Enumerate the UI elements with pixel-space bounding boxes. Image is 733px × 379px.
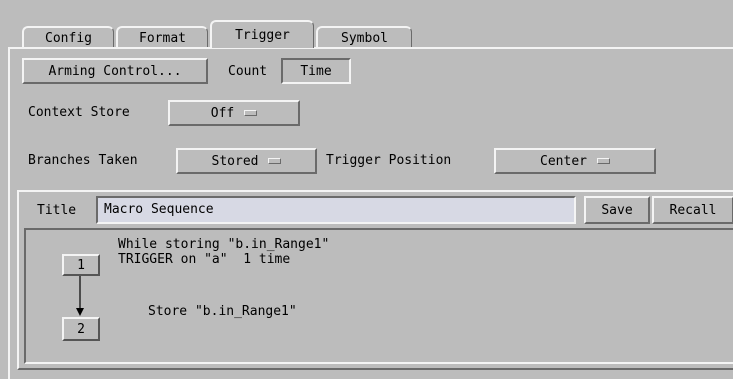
branches-taken-dropdown[interactable]: Stored <box>176 148 317 174</box>
context-store-label: Context Store <box>28 105 130 120</box>
step-1-number: 1 <box>77 257 85 273</box>
trigger-position-label: Trigger Position <box>326 153 452 168</box>
trigger-position-value: Center <box>540 153 587 169</box>
recall-label: Recall <box>669 202 717 218</box>
dropdown-indicator-icon <box>244 110 258 116</box>
trigger-position-dropdown[interactable]: Center <box>494 148 656 174</box>
step-2-number: 2 <box>77 321 85 337</box>
arming-control-button[interactable]: Arming Control... <box>22 58 208 84</box>
dropdown-indicator-icon <box>268 158 282 164</box>
step-1-node[interactable]: 1 <box>62 254 100 276</box>
context-store-dropdown[interactable]: Off <box>168 100 300 126</box>
step-2-node[interactable]: 2 <box>62 317 100 341</box>
step-connector-arrow-icon <box>76 276 84 316</box>
recall-button[interactable]: Recall <box>652 196 733 224</box>
step-1-line-1: While storing "b.in_Range1" <box>118 237 330 252</box>
count-label: Count <box>228 64 268 79</box>
save-button[interactable]: Save <box>584 196 650 224</box>
branches-taken-value: Stored <box>211 153 259 169</box>
title-input[interactable]: Macro Sequence <box>96 196 576 224</box>
arming-control-label: Arming Control... <box>48 63 182 79</box>
save-label: Save <box>601 202 633 218</box>
dropdown-indicator-icon <box>596 158 610 164</box>
step-1-line-2: TRIGGER on "a" 1 time <box>118 252 291 267</box>
context-store-value: Off <box>210 105 235 121</box>
count-value: Time <box>300 63 332 79</box>
step-2-line-1: Store "b.in_Range1" <box>148 304 297 319</box>
branches-taken-label: Branches Taken <box>28 153 138 168</box>
title-label: Title <box>37 203 77 218</box>
title-value: Macro Sequence <box>104 202 214 217</box>
count-time-button[interactable]: Time <box>281 58 351 84</box>
